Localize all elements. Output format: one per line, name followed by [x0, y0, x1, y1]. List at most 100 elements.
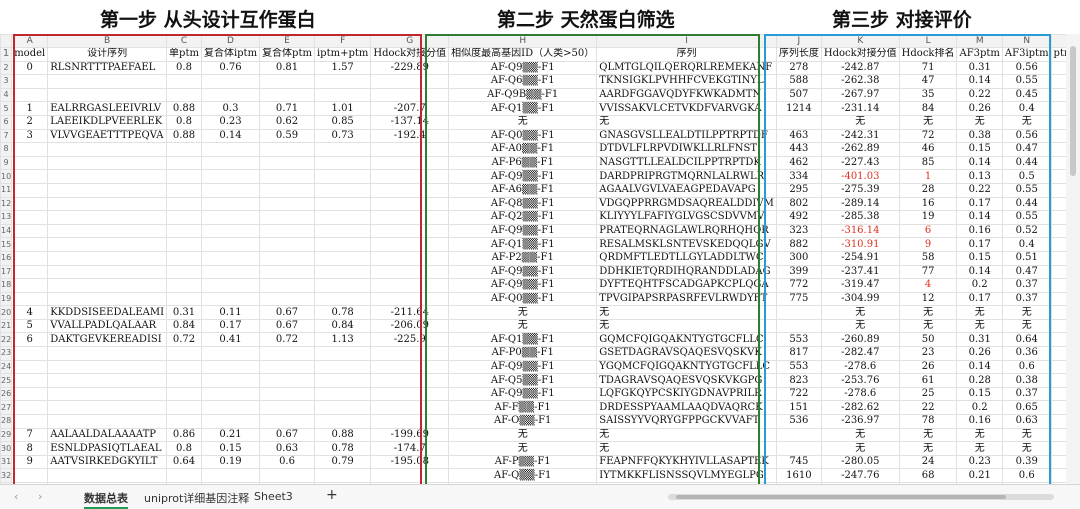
table-cell[interactable]: 1610	[776, 469, 821, 483]
table-cell[interactable]: 0.47	[1002, 143, 1051, 157]
table-cell[interactable]	[776, 319, 821, 333]
table-cell[interactable]: 0.79	[314, 455, 370, 469]
table-cell[interactable]: GSETDAGRAVSQAQESVQSKVK	[597, 347, 777, 361]
table-cell[interactable]	[371, 292, 449, 306]
table-cell[interactable]: 802	[776, 197, 821, 211]
column-header[interactable]: Hdock对接分值	[371, 48, 449, 62]
table-cell[interactable]: 823	[776, 374, 821, 388]
row-number[interactable]: 19	[1, 292, 12, 306]
table-cell[interactable]	[314, 238, 370, 252]
row-number[interactable]: 31	[1, 455, 12, 469]
table-cell[interactable]	[371, 238, 449, 252]
row-number[interactable]: 29	[1, 428, 12, 442]
table-cell[interactable]: 0.2	[957, 401, 1002, 415]
table-cell[interactable]: LQFGKQYPCSKIYGDNAVPRILR	[597, 387, 777, 401]
table-cell[interactable]: 3	[12, 129, 48, 143]
table-cell[interactable]: 58	[899, 251, 957, 265]
table-cell[interactable]	[371, 224, 449, 238]
table-cell[interactable]: AF-Q0▒▒-F1	[449, 292, 597, 306]
column-header[interactable]: model	[12, 48, 48, 62]
table-cell[interactable]: 无	[899, 306, 957, 320]
table-cell[interactable]	[371, 75, 449, 89]
table-cell[interactable]: 0.59	[260, 129, 315, 143]
row-number[interactable]: 21	[1, 319, 12, 333]
row-number[interactable]: 17	[1, 265, 12, 279]
table-cell[interactable]	[48, 401, 167, 415]
table-cell[interactable]	[371, 143, 449, 157]
table-cell[interactable]: -260.89	[821, 333, 899, 347]
table-cell[interactable]: 0.22	[957, 183, 1002, 197]
table-cell[interactable]: 536	[776, 415, 821, 429]
table-cell[interactable]: 35	[899, 88, 957, 102]
table-cell[interactable]: TPVGIPAPSRPASRFEVLRWDYFT	[597, 292, 777, 306]
table-cell[interactable]: 无	[821, 319, 899, 333]
table-cell[interactable]: AF-Q9▒▒-F1	[449, 360, 597, 374]
table-cell[interactable]	[167, 75, 202, 89]
column-header[interactable]: 序列长度	[776, 48, 821, 62]
table-cell[interactable]	[371, 279, 449, 293]
row-number[interactable]: 32	[1, 469, 12, 483]
table-cell[interactable]: -207.7	[371, 102, 449, 116]
table-cell[interactable]	[167, 387, 202, 401]
column-letter[interactable]: I	[597, 35, 777, 48]
table-cell[interactable]: 0.56	[1002, 129, 1051, 143]
table-cell[interactable]: AF-A6▒▒-F1	[449, 183, 597, 197]
table-cell[interactable]: -285.38	[821, 211, 899, 225]
table-cell[interactable]	[201, 170, 259, 184]
table-cell[interactable]: 0.8	[167, 61, 202, 75]
table-cell[interactable]: PRATEQRNAGLAWLRQRHQHQR	[597, 224, 777, 238]
row-number[interactable]: 25	[1, 374, 12, 388]
table-cell[interactable]	[201, 211, 259, 225]
table-cell[interactable]: LAEEIKDLPVEERLEK	[48, 115, 167, 129]
row-number[interactable]: 8	[1, 143, 12, 157]
table-cell[interactable]	[260, 143, 315, 157]
table-cell[interactable]	[201, 374, 259, 388]
table-cell[interactable]: 78	[899, 415, 957, 429]
column-letter[interactable]: G	[371, 35, 449, 48]
row-number[interactable]: 14	[1, 224, 12, 238]
table-cell[interactable]	[314, 415, 370, 429]
table-cell[interactable]	[371, 401, 449, 415]
table-cell[interactable]	[48, 75, 167, 89]
row-number[interactable]: 22	[1, 333, 12, 347]
table-cell[interactable]: -316.14	[821, 224, 899, 238]
table-cell[interactable]: AF-P0▒▒-F1	[449, 347, 597, 361]
table-cell[interactable]	[260, 401, 315, 415]
table-cell[interactable]: 1.13	[314, 333, 370, 347]
table-cell[interactable]: -227.43	[821, 156, 899, 170]
table-cell[interactable]: 0.37	[1002, 387, 1051, 401]
table-cell[interactable]: AF-Q9▒▒-F1	[449, 170, 597, 184]
table-cell[interactable]: 0.26	[957, 347, 1002, 361]
table-cell[interactable]	[167, 469, 202, 483]
row-number[interactable]: 9	[1, 156, 12, 170]
table-cell[interactable]: AATVSIRKEDGKYILT	[48, 455, 167, 469]
table-cell[interactable]: 0.19	[201, 455, 259, 469]
table-cell[interactable]	[314, 183, 370, 197]
table-cell[interactable]	[201, 265, 259, 279]
table-cell[interactable]: TDAGRAVSQAQESVQSKVKGPG	[597, 374, 777, 388]
table-cell[interactable]: 0.86	[167, 428, 202, 442]
table-cell[interactable]	[12, 251, 48, 265]
table-cell[interactable]	[371, 211, 449, 225]
table-cell[interactable]: 0.14	[957, 156, 1002, 170]
table-cell[interactable]: 151	[776, 401, 821, 415]
table-cell[interactable]: 0.17	[201, 319, 259, 333]
table-cell[interactable]: 2	[12, 115, 48, 129]
table-cell[interactable]	[260, 279, 315, 293]
table-cell[interactable]: 28	[899, 183, 957, 197]
table-cell[interactable]	[12, 197, 48, 211]
table-cell[interactable]: 0.76	[201, 61, 259, 75]
table-cell[interactable]	[260, 183, 315, 197]
table-cell[interactable]: 0.78	[314, 442, 370, 456]
table-cell[interactable]	[201, 415, 259, 429]
column-letter[interactable]: A	[12, 35, 48, 48]
table-cell[interactable]: 399	[776, 265, 821, 279]
row-number[interactable]: 10	[1, 170, 12, 184]
table-cell[interactable]	[167, 360, 202, 374]
table-cell[interactable]: 0.85	[314, 115, 370, 129]
table-cell[interactable]: 无	[957, 115, 1002, 129]
table-cell[interactable]: 0.11	[201, 306, 259, 320]
table-cell[interactable]: VDGQPPRRGMDSAQREALDDIVM	[597, 197, 777, 211]
column-header[interactable]: 复合体iptm	[201, 48, 259, 62]
table-cell[interactable]: AF-P6▒▒-F1	[449, 156, 597, 170]
